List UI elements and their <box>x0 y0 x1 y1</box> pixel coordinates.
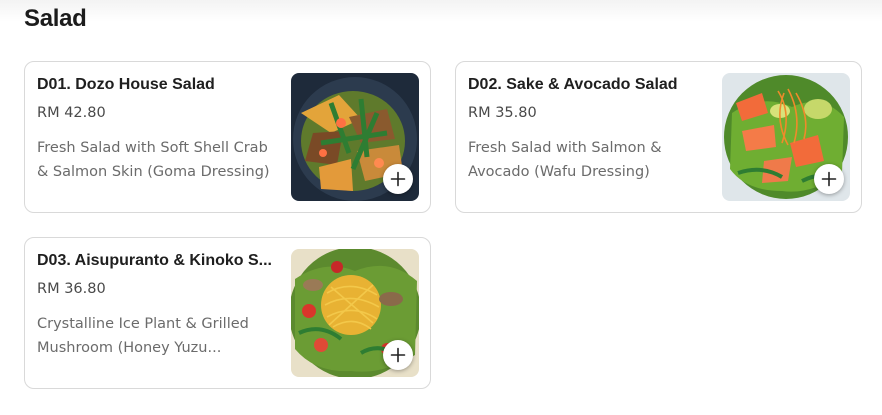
item-photo[interactable] <box>291 73 419 201</box>
menu-item-card[interactable]: D02. Sake & Avocado Salad RM 35.80 Fresh… <box>455 61 862 213</box>
item-name: D01. Dozo House Salad <box>37 76 215 93</box>
item-price: RM 35.80 <box>468 105 537 121</box>
item-price: RM 42.80 <box>37 105 106 121</box>
item-photo[interactable] <box>291 249 419 377</box>
add-to-cart-button[interactable] <box>383 164 413 194</box>
menu-item-card[interactable]: D03. Aisupuranto & Kinoko S... RM 36.80 … <box>24 237 431 389</box>
item-name: D02. Sake & Avocado Salad <box>468 76 678 93</box>
item-price: RM 36.80 <box>37 281 106 297</box>
add-to-cart-button[interactable] <box>383 340 413 370</box>
item-description: Fresh Salad with Soft Shell Crab & Salmo… <box>37 140 270 180</box>
item-photo[interactable] <box>722 73 850 201</box>
plus-icon <box>821 171 837 187</box>
item-description: Crystalline Ice Plant & Grilled Mushroom… <box>37 316 249 356</box>
menu-item-card[interactable]: D01. Dozo House Salad RM 42.80 Fresh Sal… <box>24 61 431 213</box>
plus-icon <box>390 347 406 363</box>
item-name: D03. Aisupuranto & Kinoko S... <box>37 252 272 269</box>
add-to-cart-button[interactable] <box>814 164 844 194</box>
section-title: Salad <box>24 5 87 32</box>
plus-icon <box>390 171 406 187</box>
item-description: Fresh Salad with Salmon & Avocado (Wafu … <box>468 140 662 180</box>
